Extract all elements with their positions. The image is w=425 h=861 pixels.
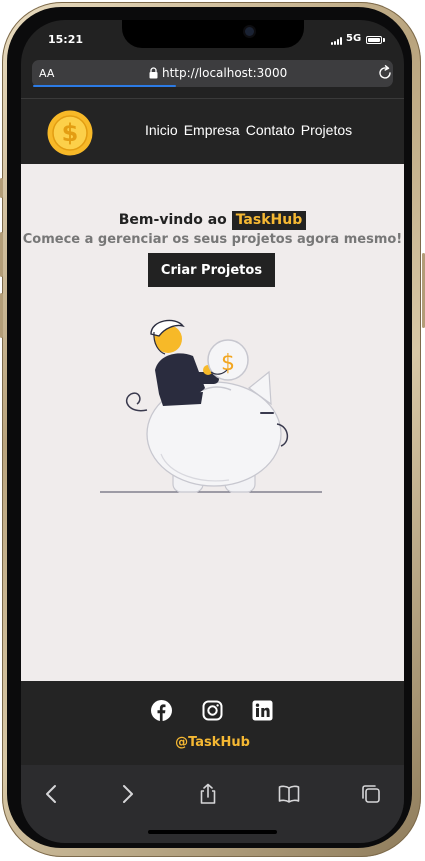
bookmarks-icon[interactable] (278, 783, 300, 805)
status-time: 15:21 (48, 33, 84, 46)
hero-subtitle: Comece a gerenciar os seus projetos agor… (22, 232, 403, 247)
address-bar[interactable]: AA http://localhost:3000 (32, 60, 393, 87)
create-projects-button[interactable]: Criar Projetos (148, 253, 275, 287)
welcome-heading: Bem-vindo ao TaskHub (21, 211, 404, 230)
piggy-bank-illustration: $ (100, 319, 322, 493)
reload-icon[interactable] (377, 65, 393, 81)
home-indicator (148, 830, 277, 834)
network-label: 5G (346, 33, 362, 44)
battery-nub (383, 38, 385, 42)
volume-up-button (0, 232, 3, 277)
brand-badge: TaskHub (231, 211, 307, 230)
linkedin-icon[interactable] (252, 700, 273, 721)
battery-icon (366, 36, 382, 44)
nav-item-projetos[interactable]: Projetos (301, 122, 352, 138)
svg-text:$: $ (62, 119, 79, 147)
forward-icon[interactable] (116, 783, 138, 805)
volume-down-button (0, 293, 3, 338)
nav-item-inicio[interactable]: Inicio (145, 122, 178, 138)
svg-text:$: $ (221, 351, 235, 376)
screen: 15:21 5G AA http://localhost:3000 $ Inic… (21, 20, 404, 843)
lock-icon (149, 67, 158, 79)
web-page: $ Inicio Empresa Contato Projetos Bem-vi… (21, 98, 404, 765)
site-header: $ Inicio Empresa Contato Projetos (21, 98, 404, 164)
mute-switch (0, 178, 3, 198)
instagram-icon[interactable] (202, 700, 223, 721)
signal-icon (331, 37, 344, 45)
camera-icon (245, 27, 254, 36)
welcome-text: Bem-vindo ao (118, 212, 227, 228)
text-size-button[interactable]: AA (39, 67, 54, 80)
footer-handle[interactable]: @TaskHub (21, 735, 404, 750)
main-nav: Inicio Empresa Contato Projetos (145, 122, 352, 138)
status-bar: 15:21 5G (21, 20, 404, 65)
notch (122, 20, 304, 48)
coin-logo-icon[interactable]: $ (47, 110, 93, 156)
url-text[interactable]: http://localhost:3000 (162, 66, 287, 80)
nav-item-contato[interactable]: Contato (246, 122, 295, 138)
facebook-icon[interactable] (151, 700, 172, 721)
tabs-icon[interactable] (360, 783, 382, 805)
back-icon[interactable] (41, 783, 63, 805)
page-load-progress (33, 85, 176, 87)
share-icon[interactable] (197, 783, 219, 805)
site-footer: @TaskHub (21, 681, 404, 765)
nav-item-empresa[interactable]: Empresa (184, 122, 240, 138)
browser-toolbar (21, 765, 404, 843)
